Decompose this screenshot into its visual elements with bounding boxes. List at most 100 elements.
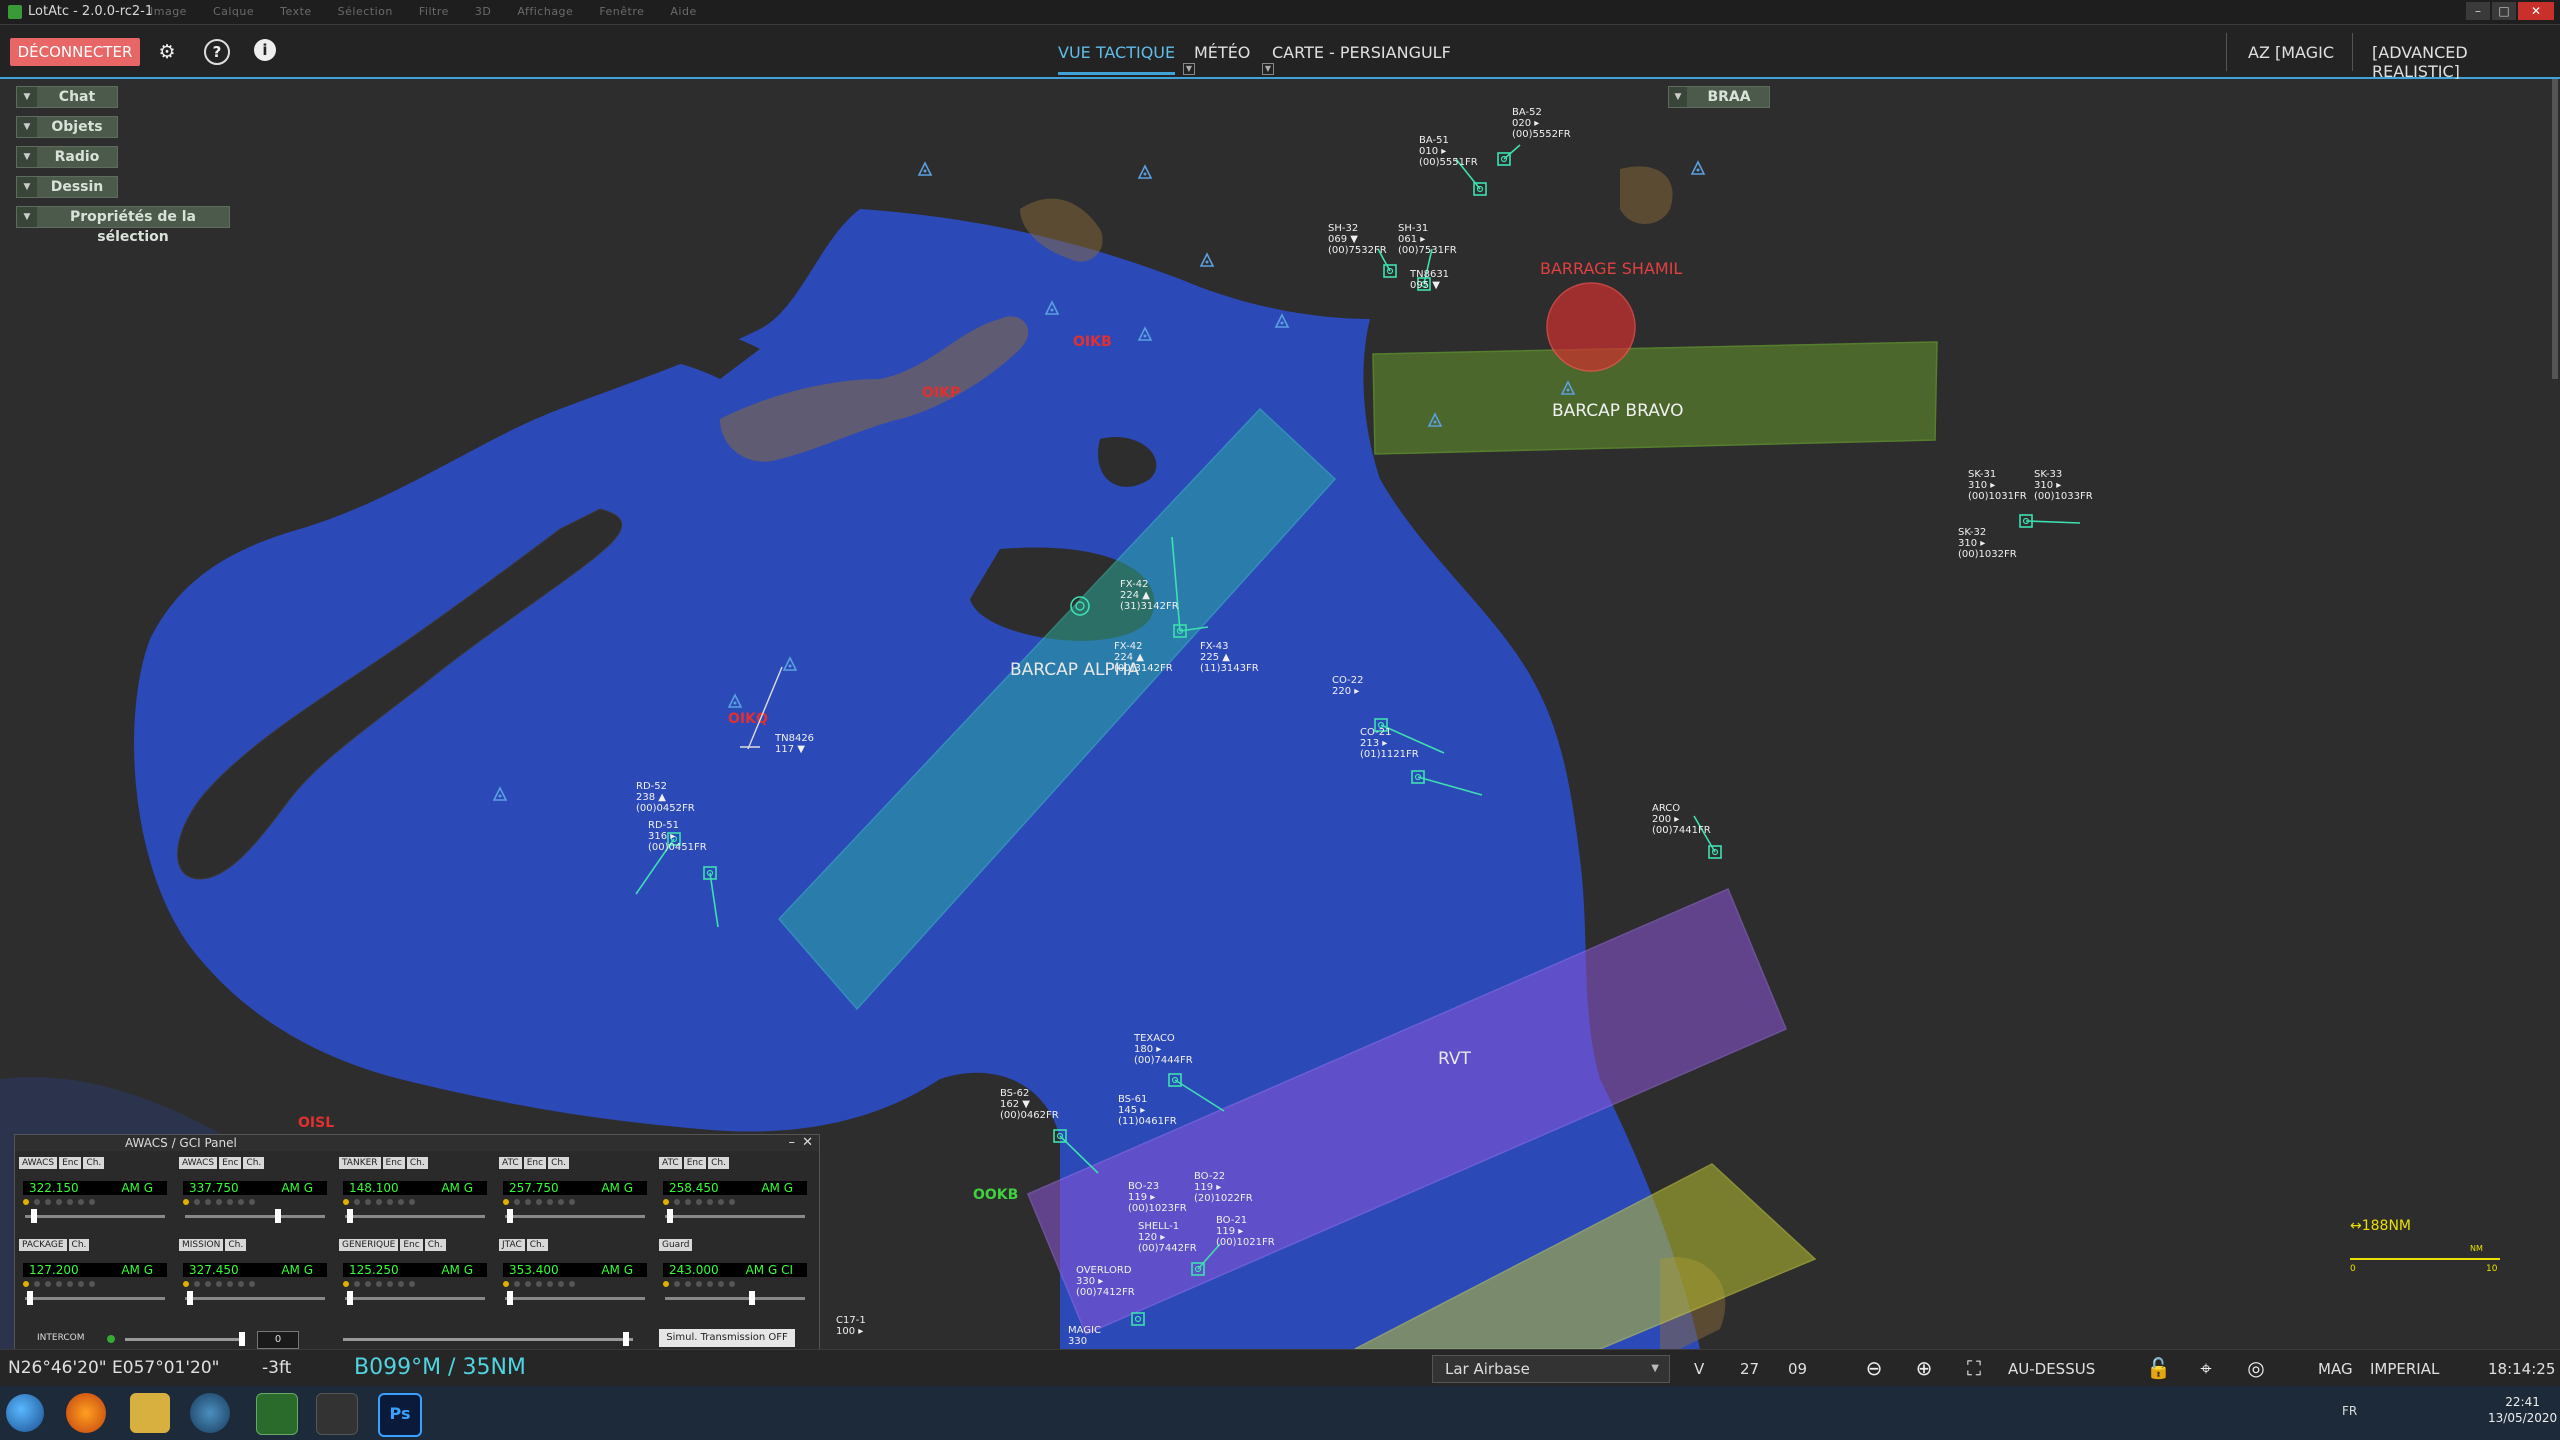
panel-chat[interactable]: ▼ Chat bbox=[16, 86, 118, 108]
menu-item[interactable]: Aide bbox=[670, 5, 696, 18]
radio-channel[interactable]: AWACS Enc Ch. 322.150 AM G bbox=[17, 1157, 173, 1233]
radio-channel[interactable]: AWACS Enc Ch. 337.750 AM G bbox=[177, 1157, 333, 1233]
radio-frequency-display[interactable]: 337.750 AM G bbox=[183, 1181, 327, 1195]
radio-tag[interactable]: Ch. bbox=[548, 1157, 569, 1169]
radio-tag[interactable]: Ch. bbox=[526, 1239, 548, 1251]
airport-label[interactable]: OIKQ bbox=[728, 711, 768, 727]
airport-label[interactable]: OIKP bbox=[922, 385, 960, 401]
volume-slider[interactable] bbox=[505, 1291, 645, 1305]
crosshair-icon[interactable]: ⌖ bbox=[2194, 1356, 2218, 1380]
radio-tag[interactable]: Enc bbox=[523, 1157, 547, 1169]
zoom-in-icon[interactable]: ⊕ bbox=[1912, 1356, 1936, 1380]
start-button[interactable] bbox=[6, 1394, 44, 1432]
radio-frequency-display[interactable]: 127.200 AM G bbox=[23, 1263, 167, 1277]
view-mode[interactable]: AU-DESSUS bbox=[2008, 1360, 2095, 1378]
chevron-down-icon[interactable]: ▼ bbox=[17, 177, 37, 197]
lotatc-icon[interactable] bbox=[256, 1393, 298, 1435]
radio-frequency-display[interactable]: 327.450 AM G bbox=[183, 1263, 327, 1277]
value-27[interactable]: 27 bbox=[1740, 1360, 1759, 1378]
map-scrollbar[interactable] bbox=[2552, 79, 2558, 379]
radio-tag[interactable]: Guard bbox=[659, 1239, 693, 1251]
airport-label[interactable]: OISL bbox=[298, 1115, 334, 1131]
volume-slider[interactable] bbox=[665, 1291, 805, 1305]
chevron-down-icon[interactable]: ▼ bbox=[17, 87, 37, 107]
radio-channel[interactable]: TANKER Enc Ch. 148.100 AM G bbox=[337, 1157, 493, 1233]
photoshop-icon[interactable]: Ps bbox=[378, 1393, 422, 1437]
radio-frequency-display[interactable]: 148.100 AM G bbox=[343, 1181, 487, 1195]
panel-objects[interactable]: ▼ Objets bbox=[16, 116, 118, 138]
fullscreen-icon[interactable]: ⛶ bbox=[1962, 1356, 1986, 1380]
radio-tag[interactable]: ATC bbox=[499, 1157, 522, 1169]
simul-transmission-button[interactable]: Simul. Transmission OFF bbox=[659, 1329, 795, 1347]
menu-item[interactable]: Calque bbox=[213, 5, 254, 18]
radio-tag[interactable]: Enc bbox=[683, 1157, 707, 1169]
disconnect-button[interactable]: DÉCONNECTER bbox=[10, 38, 140, 66]
headset-icon[interactable] bbox=[316, 1393, 358, 1435]
lock-icon[interactable]: 🔓 bbox=[2146, 1356, 2171, 1380]
panel-selection-properties[interactable]: ▼ Propriétés de la sélection bbox=[16, 206, 230, 245]
radio-frequency-display[interactable]: 257.750 AM G bbox=[503, 1181, 647, 1195]
radio-tag[interactable]: Ch. bbox=[225, 1239, 247, 1251]
chevron-down-icon[interactable]: ▼ bbox=[17, 147, 37, 167]
menu-item[interactable]: Affichage bbox=[517, 5, 573, 18]
radio-channel[interactable]: GENERIQUE Enc Ch. 125.250 AM G bbox=[337, 1239, 493, 1315]
radio-channel[interactable]: ATC Enc Ch. 258.450 AM G bbox=[657, 1157, 813, 1233]
realism-mode[interactable]: [ADVANCED REALISTIC] bbox=[2372, 43, 2560, 81]
zone-barrage-circle[interactable] bbox=[1546, 282, 1636, 372]
braa-panel[interactable]: ▼ BRAA bbox=[1668, 86, 1770, 108]
app-icon[interactable] bbox=[190, 1393, 230, 1433]
airbase-select[interactable]: Lar Airbase ▼ bbox=[1432, 1355, 1670, 1383]
radio-channel[interactable]: ATC Enc Ch. 257.750 AM G bbox=[497, 1157, 653, 1233]
radio-channel[interactable]: PACKAGE Ch. 127.200 AM G bbox=[17, 1239, 173, 1315]
radio-tag[interactable]: Ch. bbox=[406, 1157, 428, 1169]
units-toggle[interactable]: IMPERIAL bbox=[2370, 1360, 2439, 1378]
info-icon[interactable]: i bbox=[254, 39, 276, 61]
tab-map[interactable]: CARTE - PERSIANGULF bbox=[1272, 43, 1451, 62]
help-icon[interactable]: ? bbox=[204, 39, 230, 65]
target-icon[interactable]: ◎ bbox=[2244, 1356, 2268, 1380]
volume-slider[interactable] bbox=[185, 1291, 325, 1305]
minimize-button[interactable]: – bbox=[2466, 2, 2490, 20]
close-icon[interactable]: ✕ bbox=[802, 1135, 813, 1150]
panel-radio[interactable]: ▼ Radio bbox=[16, 146, 118, 168]
menu-item[interactable]: Texte bbox=[280, 5, 312, 18]
intercom-value[interactable]: 0 bbox=[257, 1331, 299, 1349]
mag-toggle[interactable]: MAG bbox=[2318, 1360, 2353, 1378]
radio-tag[interactable]: Ch. bbox=[68, 1239, 90, 1251]
explorer-icon[interactable] bbox=[130, 1393, 170, 1433]
minimize-icon[interactable]: – bbox=[789, 1135, 796, 1150]
radio-tag[interactable]: Ch. bbox=[424, 1239, 446, 1251]
volume-slider[interactable] bbox=[505, 1209, 645, 1223]
chevron-down-icon[interactable]: ▼ bbox=[1669, 87, 1687, 107]
radio-tag[interactable]: Ch. bbox=[83, 1157, 105, 1169]
zoom-out-icon[interactable]: ⊖ bbox=[1862, 1356, 1886, 1380]
az-indicator[interactable]: AZ [MAGIC bbox=[2248, 43, 2334, 62]
menu-item[interactable]: 3D bbox=[475, 5, 491, 18]
zone-barcap-bravo[interactable] bbox=[1372, 341, 1938, 455]
radio-tag[interactable]: Enc bbox=[382, 1157, 405, 1169]
radio-tag[interactable]: Enc bbox=[400, 1239, 423, 1251]
radio-tag[interactable]: PACKAGE bbox=[19, 1239, 67, 1251]
volume-slider[interactable] bbox=[25, 1209, 165, 1223]
radio-channel[interactable]: JTAC Ch. 353.400 AM G bbox=[497, 1239, 653, 1315]
radio-frequency-display[interactable]: 125.250 AM G bbox=[343, 1263, 487, 1277]
volume-slider[interactable] bbox=[345, 1209, 485, 1223]
chevron-down-icon[interactable]: ▼ bbox=[17, 207, 37, 227]
radio-channel[interactable]: Guard 243.000 AM G CI bbox=[657, 1239, 813, 1315]
radio-tag[interactable]: JTAC bbox=[499, 1239, 525, 1251]
radio-tag[interactable]: Enc bbox=[59, 1157, 82, 1169]
tab-weather[interactable]: MÉTÉO bbox=[1194, 43, 1250, 62]
airport-label[interactable]: OOKB bbox=[973, 1187, 1018, 1203]
radio-tag[interactable]: GENERIQUE bbox=[339, 1239, 399, 1251]
radio-frequency-display[interactable]: 353.400 AM G bbox=[503, 1263, 647, 1277]
radio-tag[interactable]: Enc bbox=[219, 1157, 242, 1169]
menu-item[interactable]: Filtre bbox=[419, 5, 449, 18]
radio-frequency-display[interactable]: 258.450 AM G bbox=[663, 1181, 807, 1195]
radio-tag[interactable]: AWACS bbox=[19, 1157, 58, 1169]
radio-tag[interactable]: TANKER bbox=[339, 1157, 381, 1169]
airport-label[interactable]: OIKB bbox=[1073, 334, 1112, 350]
radio-channel[interactable]: MISSION Ch. 327.450 AM G bbox=[177, 1239, 333, 1315]
language-indicator[interactable]: FR bbox=[2342, 1404, 2357, 1418]
radio-frequency-display[interactable]: 322.150 AM G bbox=[23, 1181, 167, 1195]
radio-tag[interactable]: AWACS bbox=[179, 1157, 218, 1169]
